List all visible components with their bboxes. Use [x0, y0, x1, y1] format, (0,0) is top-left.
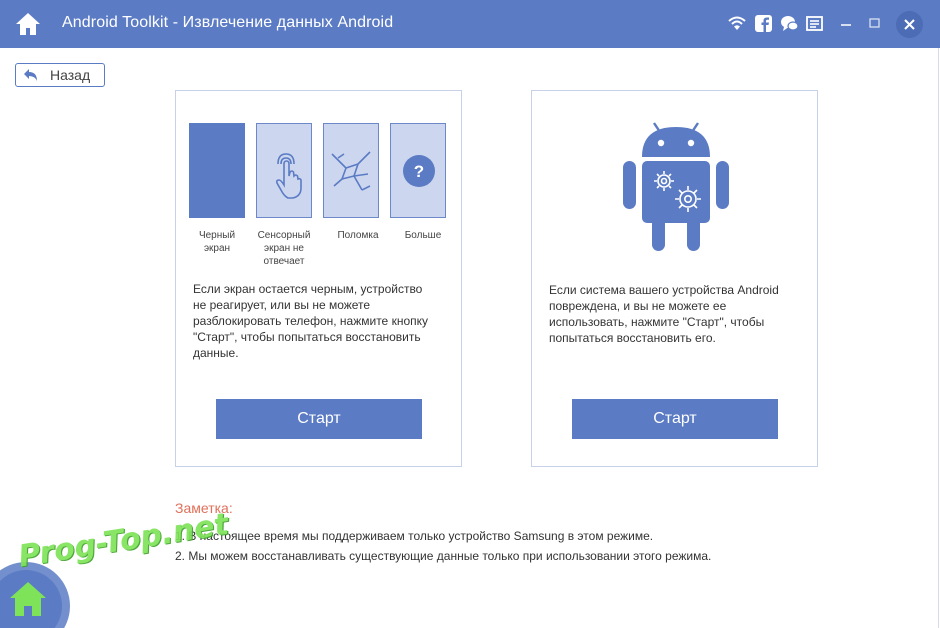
home-icon[interactable] [14, 10, 42, 38]
tile-label-touch: Сенсорный экран не отвечает [257, 230, 311, 267]
close-icon [904, 19, 915, 30]
window-title: Android Toolkit - Извлечение данных Andr… [62, 14, 394, 31]
feedback-icon[interactable] [805, 14, 825, 34]
minimize-icon[interactable] [837, 14, 857, 34]
right-panel-description: Если система вашего устройства Android п… [549, 283, 779, 345]
android-robot-gears-icon [623, 122, 729, 251]
back-arrow-icon [24, 69, 37, 81]
more-options-tile[interactable]: ? [390, 123, 446, 218]
question-icon: ? [403, 155, 435, 187]
left-panel-description: Если экран остается черным, устройство н… [193, 282, 428, 360]
touch-screen-tile[interactable] [256, 123, 312, 218]
title-bar: Android Toolkit - Извлечение данных Andr… [0, 0, 940, 48]
tile-label-broken: Поломка [337, 230, 379, 241]
close-button[interactable] [896, 11, 923, 38]
back-button[interactable]: Назад [15, 63, 105, 87]
chat-icon[interactable] [780, 14, 800, 34]
back-button-label: Назад [50, 67, 91, 83]
start-button-screen[interactable]: Старт [216, 399, 422, 439]
maximize-icon[interactable] [865, 14, 885, 34]
broken-screen-tile[interactable] [323, 123, 379, 218]
svg-text:?: ? [414, 162, 424, 181]
tile-label-more: Больше [404, 230, 442, 241]
scrollbar-edge [938, 48, 939, 628]
touch-icon [275, 153, 302, 199]
tile-label-black-screen: Черный экран [198, 230, 236, 254]
broken-screen-icon [331, 151, 371, 191]
screen-problem-panel: ? Черный экран Сенсорный экран не отвеча… [175, 90, 462, 467]
system-problem-panel: Если система вашего устройства Android п… [531, 90, 818, 467]
wifi-icon[interactable] [727, 14, 747, 34]
facebook-icon[interactable] [754, 14, 774, 34]
black-screen-tile[interactable] [189, 123, 245, 218]
start-button-system[interactable]: Старт [572, 399, 778, 439]
